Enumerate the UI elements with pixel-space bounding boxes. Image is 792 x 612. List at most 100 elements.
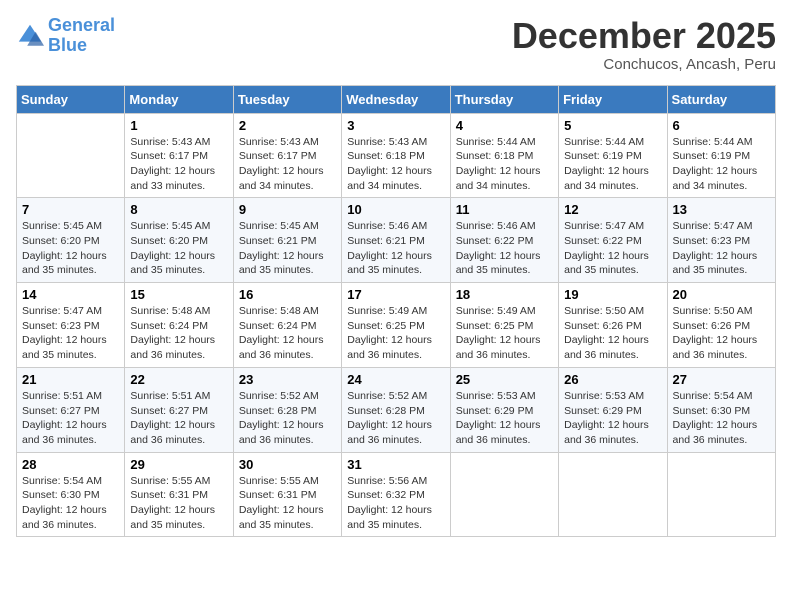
- daylight-text: Daylight: 12 hours and 36 minutes.: [456, 418, 553, 447]
- cell-info: Sunrise: 5:43 AM Sunset: 6:17 PM Dayligh…: [130, 135, 227, 194]
- page-header: General Blue December 2025 Conchucos, An…: [16, 16, 776, 73]
- daylight-text: Daylight: 12 hours and 36 minutes.: [239, 333, 336, 362]
- col-thursday: Thursday: [450, 85, 558, 113]
- sunrise-text: Sunrise: 5:47 AM: [564, 219, 661, 234]
- calendar-header-row: Sunday Monday Tuesday Wednesday Thursday…: [17, 85, 776, 113]
- sunrise-text: Sunrise: 5:45 AM: [130, 219, 227, 234]
- logo-icon: [16, 22, 44, 50]
- table-row: 14 Sunrise: 5:47 AM Sunset: 6:23 PM Dayl…: [17, 283, 125, 368]
- sunset-text: Sunset: 6:27 PM: [130, 404, 227, 419]
- sunset-text: Sunset: 6:29 PM: [564, 404, 661, 419]
- table-row: 6 Sunrise: 5:44 AM Sunset: 6:19 PM Dayli…: [667, 113, 775, 198]
- calendar-week-row: 21 Sunrise: 5:51 AM Sunset: 6:27 PM Dayl…: [17, 367, 776, 452]
- day-number: 26: [564, 372, 661, 387]
- cell-info: Sunrise: 5:49 AM Sunset: 6:25 PM Dayligh…: [347, 304, 444, 363]
- col-saturday: Saturday: [667, 85, 775, 113]
- sunrise-text: Sunrise: 5:43 AM: [239, 135, 336, 150]
- cell-info: Sunrise: 5:51 AM Sunset: 6:27 PM Dayligh…: [22, 389, 119, 448]
- sunrise-text: Sunrise: 5:48 AM: [130, 304, 227, 319]
- table-row: 24 Sunrise: 5:52 AM Sunset: 6:28 PM Dayl…: [342, 367, 450, 452]
- col-wednesday: Wednesday: [342, 85, 450, 113]
- cell-info: Sunrise: 5:56 AM Sunset: 6:32 PM Dayligh…: [347, 474, 444, 533]
- sunset-text: Sunset: 6:19 PM: [673, 149, 770, 164]
- daylight-text: Daylight: 12 hours and 36 minutes.: [564, 418, 661, 447]
- cell-info: Sunrise: 5:49 AM Sunset: 6:25 PM Dayligh…: [456, 304, 553, 363]
- table-row: 22 Sunrise: 5:51 AM Sunset: 6:27 PM Dayl…: [125, 367, 233, 452]
- calendar-table: Sunday Monday Tuesday Wednesday Thursday…: [16, 85, 776, 538]
- sunset-text: Sunset: 6:27 PM: [22, 404, 119, 419]
- cell-info: Sunrise: 5:54 AM Sunset: 6:30 PM Dayligh…: [22, 474, 119, 533]
- daylight-text: Daylight: 12 hours and 36 minutes.: [239, 418, 336, 447]
- sunset-text: Sunset: 6:20 PM: [130, 234, 227, 249]
- daylight-text: Daylight: 12 hours and 33 minutes.: [130, 164, 227, 193]
- sunrise-text: Sunrise: 5:56 AM: [347, 474, 444, 489]
- table-row: 26 Sunrise: 5:53 AM Sunset: 6:29 PM Dayl…: [559, 367, 667, 452]
- day-number: 3: [347, 118, 444, 133]
- day-number: 19: [564, 287, 661, 302]
- sunrise-text: Sunrise: 5:46 AM: [347, 219, 444, 234]
- daylight-text: Daylight: 12 hours and 36 minutes.: [347, 333, 444, 362]
- sunrise-text: Sunrise: 5:49 AM: [347, 304, 444, 319]
- cell-info: Sunrise: 5:48 AM Sunset: 6:24 PM Dayligh…: [239, 304, 336, 363]
- sunrise-text: Sunrise: 5:52 AM: [239, 389, 336, 404]
- daylight-text: Daylight: 12 hours and 36 minutes.: [22, 503, 119, 532]
- sunrise-text: Sunrise: 5:46 AM: [456, 219, 553, 234]
- day-number: 16: [239, 287, 336, 302]
- table-row: 1 Sunrise: 5:43 AM Sunset: 6:17 PM Dayli…: [125, 113, 233, 198]
- logo-line2: Blue: [48, 35, 87, 55]
- table-row: 8 Sunrise: 5:45 AM Sunset: 6:20 PM Dayli…: [125, 198, 233, 283]
- daylight-text: Daylight: 12 hours and 36 minutes.: [673, 418, 770, 447]
- col-friday: Friday: [559, 85, 667, 113]
- sunset-text: Sunset: 6:30 PM: [22, 488, 119, 503]
- cell-info: Sunrise: 5:43 AM Sunset: 6:17 PM Dayligh…: [239, 135, 336, 194]
- daylight-text: Daylight: 12 hours and 36 minutes.: [456, 333, 553, 362]
- cell-info: Sunrise: 5:45 AM Sunset: 6:21 PM Dayligh…: [239, 219, 336, 278]
- day-number: 31: [347, 457, 444, 472]
- day-number: 11: [456, 202, 553, 217]
- sunrise-text: Sunrise: 5:44 AM: [456, 135, 553, 150]
- cell-info: Sunrise: 5:53 AM Sunset: 6:29 PM Dayligh…: [456, 389, 553, 448]
- day-number: 9: [239, 202, 336, 217]
- sunset-text: Sunset: 6:25 PM: [347, 319, 444, 334]
- sunrise-text: Sunrise: 5:49 AM: [456, 304, 553, 319]
- table-row: 15 Sunrise: 5:48 AM Sunset: 6:24 PM Dayl…: [125, 283, 233, 368]
- table-row: 7 Sunrise: 5:45 AM Sunset: 6:20 PM Dayli…: [17, 198, 125, 283]
- daylight-text: Daylight: 12 hours and 36 minutes.: [22, 418, 119, 447]
- daylight-text: Daylight: 12 hours and 35 minutes.: [130, 249, 227, 278]
- table-row: 9 Sunrise: 5:45 AM Sunset: 6:21 PM Dayli…: [233, 198, 341, 283]
- table-row: 19 Sunrise: 5:50 AM Sunset: 6:26 PM Dayl…: [559, 283, 667, 368]
- cell-info: Sunrise: 5:51 AM Sunset: 6:27 PM Dayligh…: [130, 389, 227, 448]
- cell-info: Sunrise: 5:50 AM Sunset: 6:26 PM Dayligh…: [564, 304, 661, 363]
- day-number: 8: [130, 202, 227, 217]
- sunrise-text: Sunrise: 5:47 AM: [22, 304, 119, 319]
- daylight-text: Daylight: 12 hours and 35 minutes.: [239, 249, 336, 278]
- table-row: 20 Sunrise: 5:50 AM Sunset: 6:26 PM Dayl…: [667, 283, 775, 368]
- sunrise-text: Sunrise: 5:53 AM: [564, 389, 661, 404]
- day-number: 23: [239, 372, 336, 387]
- sunrise-text: Sunrise: 5:55 AM: [130, 474, 227, 489]
- sunset-text: Sunset: 6:24 PM: [239, 319, 336, 334]
- daylight-text: Daylight: 12 hours and 35 minutes.: [239, 503, 336, 532]
- daylight-text: Daylight: 12 hours and 36 minutes.: [130, 333, 227, 362]
- day-number: 6: [673, 118, 770, 133]
- cell-info: Sunrise: 5:44 AM Sunset: 6:18 PM Dayligh…: [456, 135, 553, 194]
- table-row: [450, 452, 558, 537]
- cell-info: Sunrise: 5:53 AM Sunset: 6:29 PM Dayligh…: [564, 389, 661, 448]
- cell-info: Sunrise: 5:45 AM Sunset: 6:20 PM Dayligh…: [130, 219, 227, 278]
- cell-info: Sunrise: 5:44 AM Sunset: 6:19 PM Dayligh…: [564, 135, 661, 194]
- day-number: 20: [673, 287, 770, 302]
- calendar-subtitle: Conchucos, Ancash, Peru: [512, 56, 776, 73]
- sunset-text: Sunset: 6:26 PM: [564, 319, 661, 334]
- day-number: 27: [673, 372, 770, 387]
- day-number: 24: [347, 372, 444, 387]
- cell-info: Sunrise: 5:54 AM Sunset: 6:30 PM Dayligh…: [673, 389, 770, 448]
- cell-info: Sunrise: 5:46 AM Sunset: 6:22 PM Dayligh…: [456, 219, 553, 278]
- day-number: 21: [22, 372, 119, 387]
- sunset-text: Sunset: 6:30 PM: [673, 404, 770, 419]
- day-number: 30: [239, 457, 336, 472]
- table-row: 23 Sunrise: 5:52 AM Sunset: 6:28 PM Dayl…: [233, 367, 341, 452]
- sunset-text: Sunset: 6:17 PM: [130, 149, 227, 164]
- day-number: 12: [564, 202, 661, 217]
- calendar-week-row: 28 Sunrise: 5:54 AM Sunset: 6:30 PM Dayl…: [17, 452, 776, 537]
- daylight-text: Daylight: 12 hours and 34 minutes.: [456, 164, 553, 193]
